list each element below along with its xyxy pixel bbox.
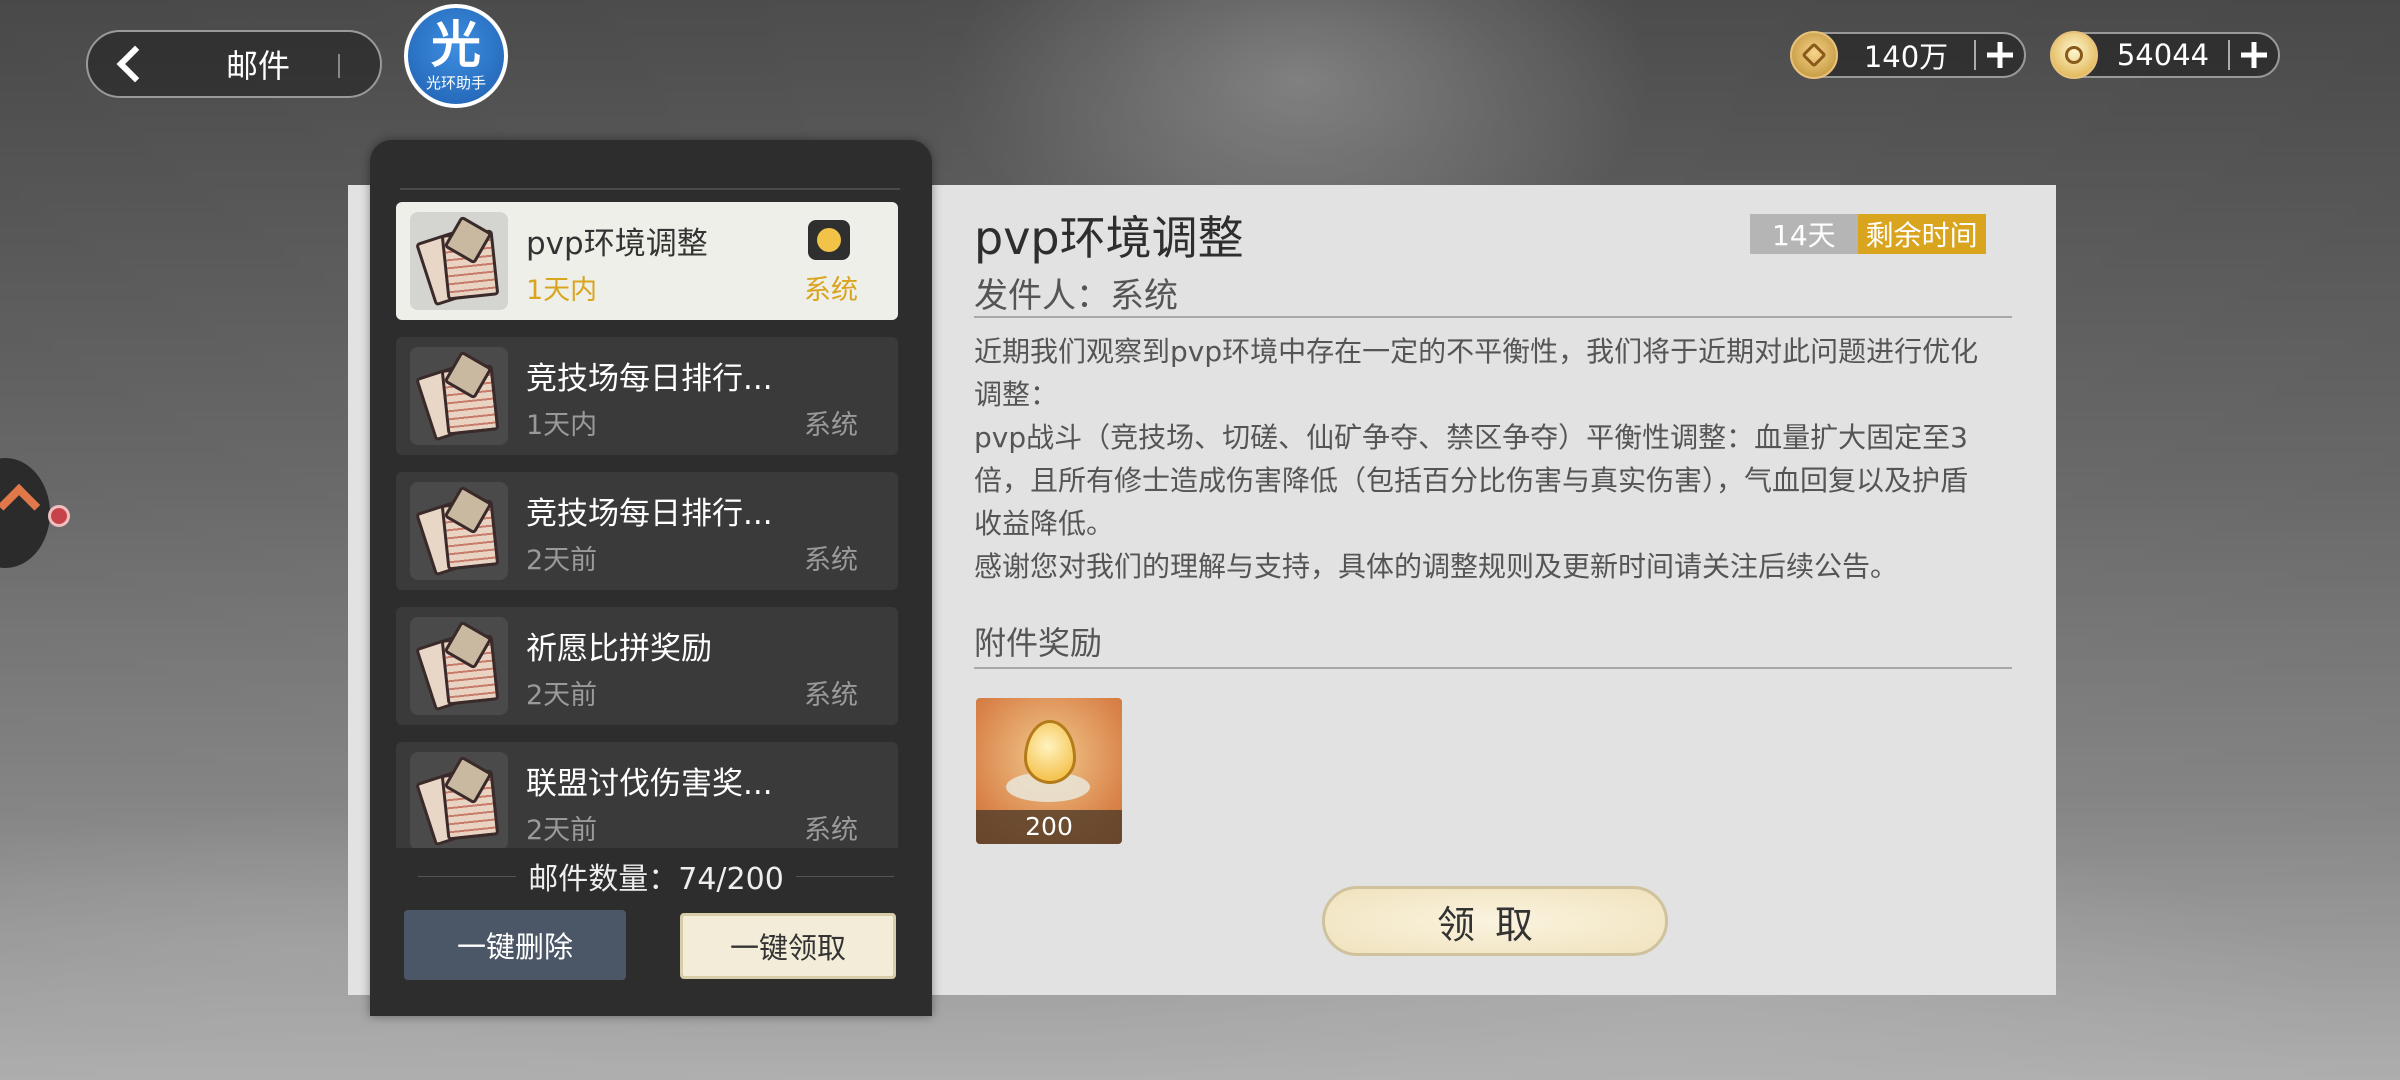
mail-time: 1天内 — [526, 275, 598, 306]
mail-count-row: 邮件数量：74/200 — [406, 856, 906, 897]
mail-sender: 系统 — [804, 410, 858, 441]
mail-body-paragraph: pvp战斗（竞技场、切磋、仙矿争夺、禁区争夺）平衡性调整：血量扩大固定至3倍，且… — [974, 421, 1969, 540]
currency-drop: 54044 — [2050, 31, 2280, 79]
delete-all-button[interactable]: 一键删除 — [404, 910, 626, 980]
mail-item[interactable]: pvp环境调整 1天内 系统 — [396, 202, 898, 320]
mail-reward-icon — [808, 220, 850, 260]
mail-count: 邮件数量：74/200 — [528, 862, 784, 897]
mail-sender: 系统 — [804, 815, 858, 846]
mail-envelope-icon — [410, 347, 508, 445]
drop-value: 54044 — [2116, 38, 2210, 72]
claim-all-button[interactable]: 一键领取 — [680, 913, 896, 979]
mail-body-paragraph: 感谢您对我们的理解与支持，具体的调整规则及更新时间请关注后续公告。 — [974, 550, 1899, 583]
mail-envelope-icon — [410, 212, 508, 310]
mail-item[interactable]: 竞技场每日排行... 2天前 系统 — [396, 472, 898, 590]
mail-item[interactable]: 祈愿比拼奖励 2天前 系统 — [396, 607, 898, 725]
notification-dot — [48, 505, 70, 527]
mail-sender: 系统 — [804, 680, 858, 711]
coin-value: 140万 — [1863, 40, 1949, 74]
mail-envelope-icon — [410, 482, 508, 580]
reward-quantity: 200 — [976, 810, 1122, 844]
mail-detail-title: pvp环境调整 — [974, 211, 1244, 265]
mail-title: 联盟讨伐伤害奖... — [526, 766, 773, 802]
back-button[interactable]: 邮件 — [86, 30, 382, 98]
attachment-title: 附件奖励 — [974, 624, 1103, 662]
divider — [338, 54, 340, 78]
mail-title: 祈愿比拼奖励 — [526, 631, 712, 667]
mail-body-paragraph: 近期我们观察到pvp环境中存在一定的不平衡性，我们将于近期对此问题进行优化调整： — [974, 335, 1979, 411]
mail-time: 2天前 — [526, 680, 598, 711]
mail-title: pvp环境调整 — [526, 226, 708, 262]
helper-badge-label: 光环助手 — [425, 73, 486, 92]
remaining-days: 14天 — [1750, 214, 1858, 254]
mail-item[interactable]: 竞技场每日排行... 1天内 系统 — [396, 337, 898, 455]
mail-title: 竞技场每日排行... — [526, 361, 773, 397]
remaining-label: 剩余时间 — [1857, 214, 1986, 254]
divider — [974, 667, 2012, 669]
mail-sender: 系统 — [804, 545, 858, 576]
mail-sender: 系统 — [804, 275, 858, 306]
mail-body: 近期我们观察到pvp环境中存在一定的不平衡性，我们将于近期对此问题进行优化调整：… — [974, 330, 1984, 588]
mail-time: 2天前 — [526, 545, 598, 576]
spirit-drop-icon — [1024, 720, 1076, 784]
helper-app-badge[interactable]: 光 光环助手 — [404, 4, 508, 108]
mail-time: 2天前 — [526, 815, 598, 846]
mail-title: 竞技场每日排行... — [526, 496, 773, 532]
attachment-reward-item[interactable]: 200 — [976, 698, 1122, 844]
add-drop-button[interactable] — [2230, 32, 2278, 78]
list-header-decoration — [400, 150, 900, 190]
add-coin-button[interactable] — [1976, 32, 2024, 78]
coin-icon — [1790, 31, 1838, 79]
currency-coin: 140万 — [1790, 31, 2026, 79]
page-title: 邮件 — [226, 47, 291, 85]
divider — [974, 316, 2012, 318]
mail-envelope-icon — [410, 752, 508, 848]
mail-list[interactable]: pvp环境调整 1天内 系统 竞技场每日排行... 1天内 系统 竞技场每日排行… — [396, 202, 906, 848]
remaining-time-badge: 14天 剩余时间 — [1750, 214, 1986, 254]
mail-list-panel: pvp环境调整 1天内 系统 竞技场每日排行... 1天内 系统 竞技场每日排行… — [370, 140, 932, 1016]
claim-button[interactable]: 领取 — [1322, 886, 1668, 956]
spirit-drop-icon — [2050, 31, 2098, 79]
back-arrow-icon — [116, 45, 154, 83]
mail-item[interactable]: 联盟讨伐伤害奖... 2天前 系统 — [396, 742, 898, 848]
mail-sender-line: 发件人：系统 — [974, 276, 1178, 316]
helper-badge-logo: 光 — [431, 15, 481, 74]
mail-time: 1天内 — [526, 410, 598, 441]
mail-envelope-icon — [410, 617, 508, 715]
